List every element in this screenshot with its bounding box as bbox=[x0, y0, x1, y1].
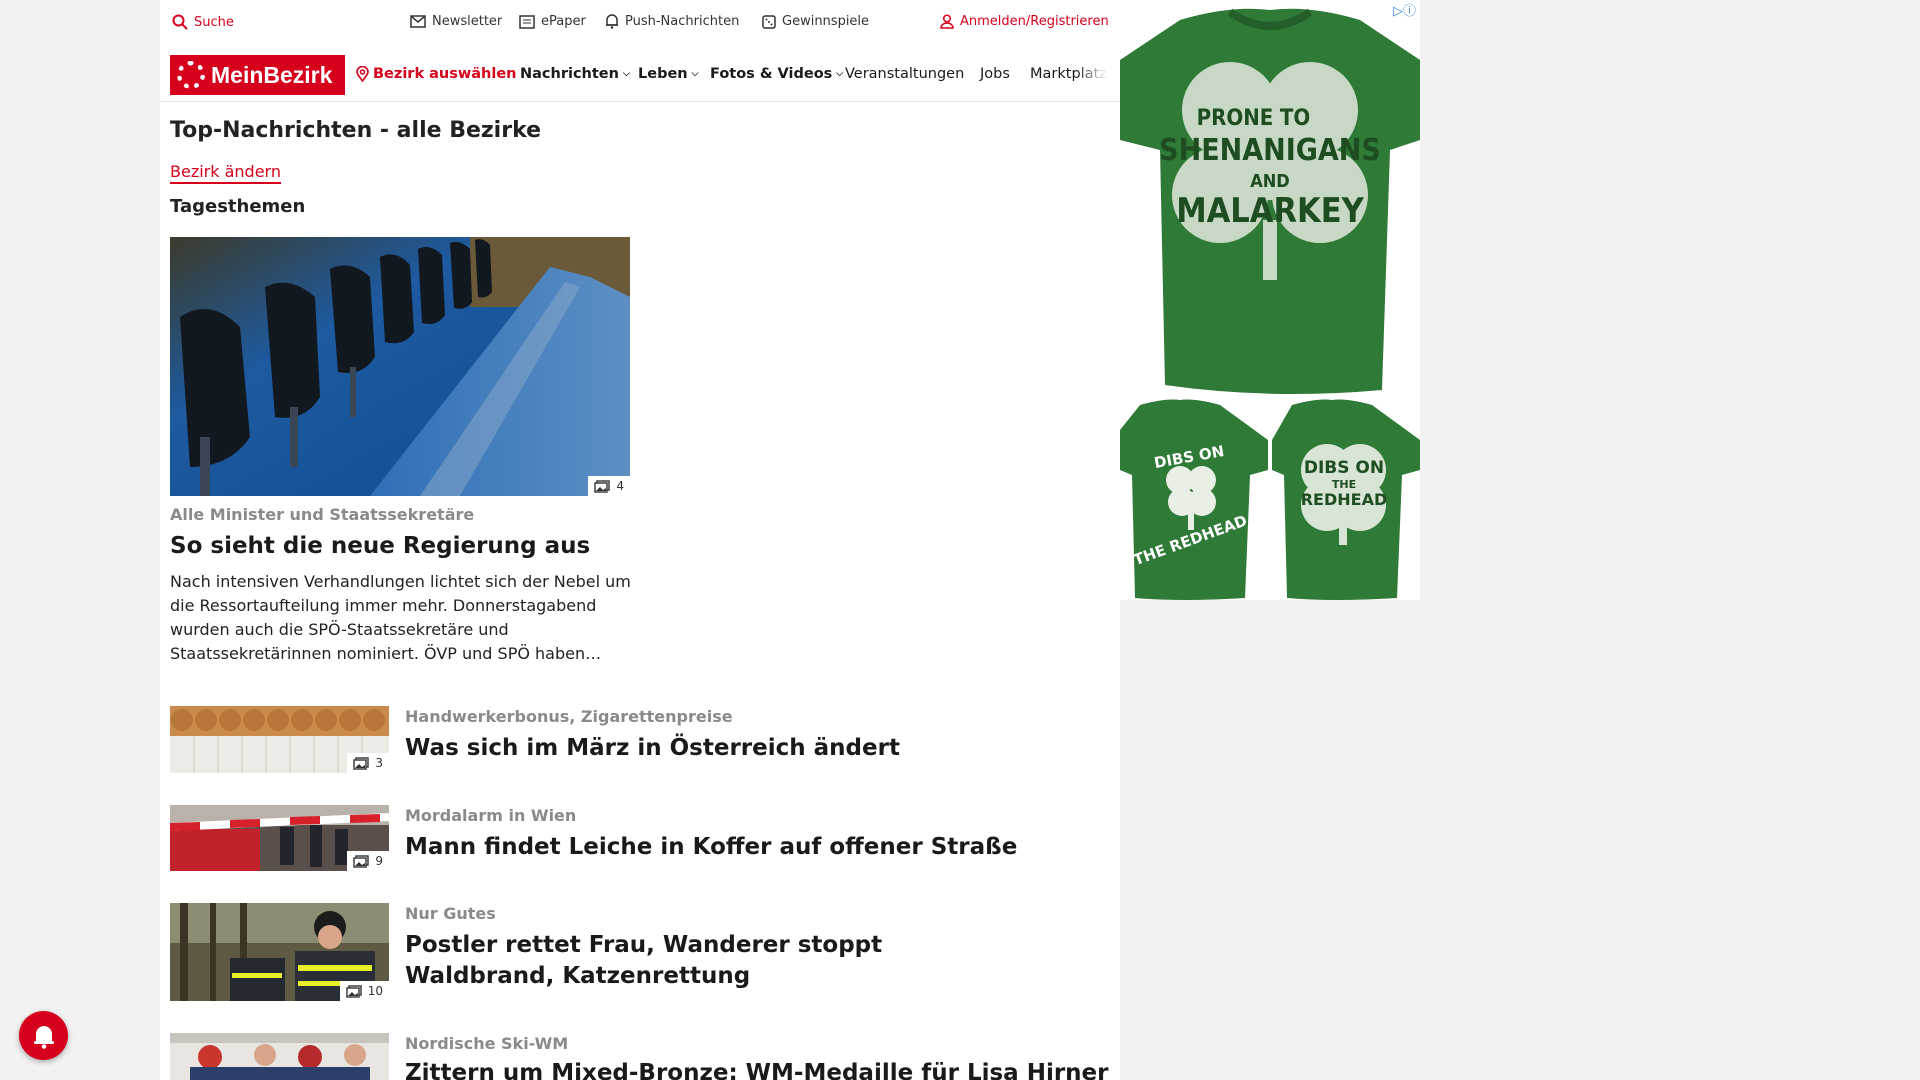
logo-text: MeinBezirk bbox=[211, 61, 333, 88]
nav-jobs[interactable]: Jobs bbox=[980, 66, 1010, 82]
epaper-label: ePaper bbox=[541, 14, 586, 29]
article-kicker: Mordalarm in Wien bbox=[405, 806, 577, 825]
nav-fotos-videos-label: Fotos & Videos bbox=[710, 66, 833, 82]
tshirt-ad-image: PRONE TO SHENANIGANS AND MALARKEY DIBS O… bbox=[1120, 8, 1420, 600]
gewinnspiele-label: Gewinnspiele bbox=[782, 14, 870, 29]
shirt1-line3: SHENANIGANS bbox=[1159, 133, 1381, 168]
article-headline[interactable]: Mann findet Leiche in Koffer auf offener… bbox=[405, 832, 1017, 863]
page-column: Suche Newsletter ePaper Push-Nachrichten… bbox=[160, 0, 1120, 1080]
advertisement[interactable]: ▷ⓘ PRONE TO SHENANIGANS AND MALARKEY DIB… bbox=[1120, 0, 1420, 600]
gallery-icon bbox=[353, 756, 370, 770]
nav-leben[interactable]: Leben ⌵ bbox=[638, 66, 698, 82]
shirt1-line5: MALARKEY bbox=[1176, 191, 1364, 231]
mail-icon bbox=[410, 15, 426, 28]
main-nav: MeinBezirk Bezirk auswählen Nachrichten ⌵… bbox=[160, 50, 1120, 102]
article-headline[interactable]: Postler rettet Frau, Wanderer stoppt Wal… bbox=[405, 930, 965, 992]
login-label: Anmelden/Registrieren bbox=[960, 14, 1109, 29]
gallery-icon bbox=[594, 479, 611, 493]
user-icon bbox=[940, 14, 954, 29]
notification-bell-button[interactable] bbox=[19, 1011, 68, 1060]
bezirk-select-label: Bezirk auswählen bbox=[373, 66, 517, 82]
image-count: 10 bbox=[367, 984, 383, 998]
newsletter-link[interactable]: Newsletter bbox=[410, 14, 502, 29]
image-count: 4 bbox=[616, 479, 624, 493]
article-kicker: Handwerkerbonus, Zigarettenpreise bbox=[405, 707, 733, 726]
nav-marktplatz[interactable]: Marktplatz bbox=[1030, 66, 1112, 82]
shirt3-line1: DIBS ON bbox=[1304, 458, 1384, 478]
article-thumb[interactable] bbox=[170, 1033, 389, 1080]
article-thumb[interactable]: 10 bbox=[170, 903, 389, 1001]
search-label: Suche bbox=[194, 14, 234, 30]
bell-icon bbox=[606, 14, 618, 29]
hero-teaser: Nach intensiven Verhandlungen lichtet si… bbox=[170, 572, 631, 663]
article-thumb[interactable]: 9 bbox=[170, 805, 389, 871]
shirt3-line3: REDHEAD bbox=[1301, 490, 1388, 509]
ski-athletes-photo bbox=[170, 1033, 389, 1080]
image-count-badge: 9 bbox=[347, 851, 389, 871]
shirt1-line2: TO bbox=[1280, 106, 1310, 131]
gallery-icon bbox=[353, 854, 370, 868]
nav-fotos-videos[interactable]: Fotos & Videos ⌵ bbox=[710, 66, 843, 82]
newspaper-icon bbox=[519, 14, 535, 29]
ad-choices-icon[interactable]: ▷ⓘ bbox=[1393, 0, 1416, 19]
hero-photo-chairs bbox=[170, 237, 630, 496]
shirt1-line1: PRONE bbox=[1197, 106, 1274, 131]
search-icon bbox=[172, 14, 188, 30]
article-thumb[interactable]: 3 bbox=[170, 706, 389, 773]
image-count: 9 bbox=[375, 854, 383, 868]
login-link[interactable]: Anmelden/Registrieren bbox=[940, 14, 1109, 29]
section-title: Top-Nachrichten - alle Bezirke bbox=[170, 118, 542, 143]
gewinnspiele-link[interactable]: Gewinnspiele bbox=[762, 14, 869, 29]
nav-veranstaltungen-label: Veranstaltungen bbox=[845, 66, 965, 82]
logo-gear-icon bbox=[177, 61, 205, 89]
push-label: Push-Nachrichten bbox=[625, 14, 740, 29]
bell-icon bbox=[33, 1025, 54, 1049]
image-count-badge: 10 bbox=[339, 981, 389, 1001]
article-kicker: Nur Gutes bbox=[405, 904, 496, 923]
nav-veranstaltungen[interactable]: Veranstaltungen bbox=[845, 66, 964, 82]
nav-marktplatz-label: Marktplatz bbox=[1030, 66, 1107, 82]
article-headline[interactable]: Zittern um Mixed-Bronze: WM-Medaille für… bbox=[405, 1058, 1109, 1080]
dice-icon bbox=[762, 14, 776, 29]
nav-jobs-label: Jobs bbox=[980, 66, 1010, 82]
article-headline[interactable]: Was sich im März in Österreich ändert bbox=[405, 733, 900, 764]
image-count-badge: 4 bbox=[588, 476, 630, 496]
image-count: 3 bbox=[375, 756, 383, 770]
chevron-down-icon: ⌵ bbox=[836, 69, 844, 79]
hero-headline[interactable]: So sieht die neue Regierung aus bbox=[170, 531, 650, 562]
hero-kicker: Alle Minister und Staatssekretäre bbox=[170, 505, 475, 524]
newsletter-label: Newsletter bbox=[432, 14, 503, 29]
push-link[interactable]: Push-Nachrichten bbox=[605, 14, 739, 29]
nav-leben-label: Leben bbox=[638, 66, 688, 82]
nav-nachrichten[interactable]: Nachrichten ⌵ bbox=[520, 66, 630, 82]
nav-nachrichten-label: Nachrichten bbox=[520, 66, 619, 82]
hero-image[interactable]: 4 bbox=[170, 237, 630, 496]
meinbezirk-logo[interactable]: MeinBezirk bbox=[170, 55, 345, 95]
bezirk-select[interactable]: Bezirk auswählen bbox=[356, 66, 517, 82]
subsection-title: Tagesthemen bbox=[170, 196, 306, 217]
article-kicker: Nordische Ski-WM bbox=[405, 1034, 569, 1053]
change-bezirk-link[interactable]: Bezirk ändern bbox=[170, 162, 281, 184]
chevron-down-icon: ⌵ bbox=[691, 69, 699, 79]
chevron-down-icon: ⌵ bbox=[622, 69, 630, 79]
utility-bar: Suche Newsletter ePaper Push-Nachrichten… bbox=[160, 0, 1120, 46]
image-count-badge: 3 bbox=[347, 753, 389, 773]
gallery-icon bbox=[346, 984, 362, 998]
shirt1-line4: AND bbox=[1250, 171, 1290, 192]
location-pin-icon bbox=[356, 66, 369, 82]
epaper-link[interactable]: ePaper bbox=[519, 14, 586, 29]
search-link[interactable]: Suche bbox=[172, 14, 234, 30]
